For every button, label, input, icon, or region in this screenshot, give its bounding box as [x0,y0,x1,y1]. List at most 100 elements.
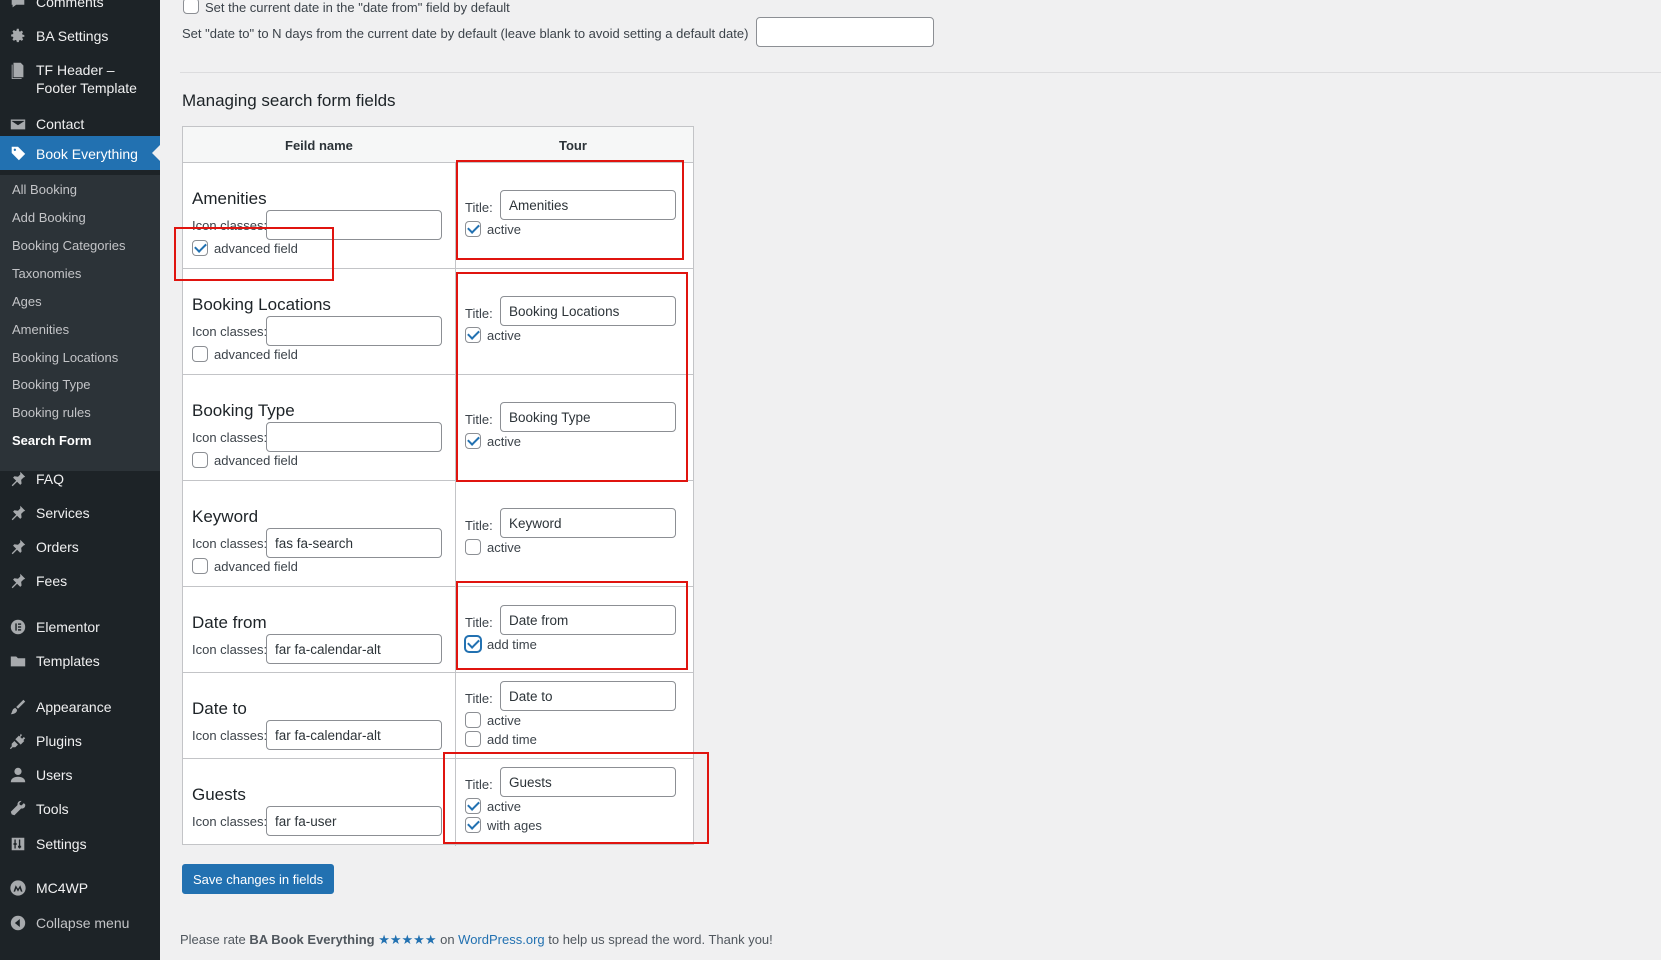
menu-item-contact[interactable]: Contact [0,114,160,134]
column-divider [455,673,456,759]
tour-active-checkbox[interactable] [465,539,481,555]
date-from-default-checkbox[interactable] [183,0,199,14]
field-name: Date from [192,613,267,632]
tour-add-time-checkbox[interactable] [465,636,481,652]
tour-title-input[interactable] [500,605,676,635]
page-icon [8,60,28,80]
menu-item-plugins[interactable]: Plugins [0,731,160,751]
tour-active-checkbox[interactable] [465,221,481,237]
pin-icon [8,469,28,489]
advanced-field-checkbox[interactable] [192,558,208,574]
submenu: All Booking Add Booking Booking Categories… [0,175,160,471]
tour-active-label: active [487,712,521,728]
menu-item-label: MC4WP [36,880,89,896]
field-name: Booking Type [192,401,295,420]
menu-item-label: Book Everything [36,145,138,162]
menu-item-label: Templates [36,653,100,669]
tour-title-input[interactable] [500,508,676,538]
rating-stars[interactable]: ★★★★★ [378,932,436,947]
submenu-item-booking-type[interactable]: Booking Type [12,377,91,392]
column-divider [455,163,456,269]
menu-item-tf-header-footer-template[interactable]: TF Header – Footer Template [0,60,160,97]
collapse-icon [8,913,28,933]
menu-item-orders[interactable]: Orders [0,537,160,557]
menu-item-label: Fees [36,573,68,589]
tour-active-checkbox[interactable] [465,798,481,814]
menu-item-fees[interactable]: Fees [0,571,160,591]
icon-classes-label: Icon classes: [192,536,268,551]
icon-classes-label: Icon classes: [192,814,268,829]
submenu-item-ages[interactable]: Ages [12,294,42,309]
icon-classes-label: Icon classes: [192,430,268,445]
menu-item-label: Collapse menu [36,915,130,931]
icon-classes-input[interactable] [266,720,442,750]
submenu-item-booking-categories[interactable]: Booking Categories [12,238,125,253]
tour-active-option: active [465,433,521,449]
title-label: Title: [465,777,493,792]
advanced-field-checkbox[interactable] [192,240,208,256]
table-row-date-from: Date from Icon classes: Title: add time [183,587,693,673]
title-label: Title: [465,615,493,630]
tour-with-ages-option: with ages [465,817,542,833]
menu-item-collapse-menu[interactable]: Collapse menu [0,913,160,933]
tour-title-input[interactable] [500,402,676,432]
date-from-default-label: Set the current date in the "date from" … [205,0,510,15]
section-title: Managing search form fields [182,91,396,110]
menu-item-label: FAQ [36,471,65,487]
tour-active-checkbox[interactable] [465,712,481,728]
tour-add-time-checkbox[interactable] [465,731,481,747]
menu-item-faq[interactable]: FAQ [0,469,160,489]
submenu-item-amenities[interactable]: Amenities [12,322,69,337]
table-row-date-to: Date to Icon classes: Title: active add time [183,673,693,759]
tour-title-input[interactable] [500,767,676,797]
menu-item-ba-settings[interactable]: BA Settings [0,26,160,46]
date-to-days-input[interactable] [756,17,934,47]
submenu-item-add-booking[interactable]: Add Booking [12,210,86,225]
pin-icon [8,571,28,591]
menu-item-label: Orders [36,539,79,555]
menu-item-label: Services [36,505,90,521]
menu-item-book-everything[interactable]: Book Everything [0,136,160,170]
tour-title-input[interactable] [500,681,676,711]
menu-item-settings[interactable]: Settings [0,834,160,854]
advanced-field-checkbox[interactable] [192,452,208,468]
advanced-field-checkbox[interactable] [192,346,208,362]
submenu-item-taxonomies[interactable]: Taxonomies [12,266,81,281]
pin-icon [8,537,28,557]
submenu-item-search-form[interactable]: Search Form [12,433,91,448]
icon-classes-input[interactable] [266,806,442,836]
tour-title-input[interactable] [500,190,676,220]
icon-classes-input[interactable] [266,422,442,452]
menu-item-services[interactable]: Services [0,503,160,523]
menu-item-elementor[interactable]: Elementor [0,617,160,637]
menu-item-label: Contact [36,116,85,132]
advanced-field-label: advanced field [214,240,298,256]
advanced-field-label: advanced field [214,346,298,362]
gear-icon [8,26,28,46]
tour-active-option: active [465,539,521,555]
menu-item-tools[interactable]: Tools [0,799,160,819]
menu-item-users[interactable]: Users [0,765,160,785]
icon-classes-label: Icon classes: [192,642,268,657]
menu-item-comments[interactable]: Comments [0,0,160,12]
menu-item-mc4wp[interactable]: MC4WP [0,878,160,898]
menu-item-label: Settings [36,836,87,852]
menu-item-label: Appearance [36,699,112,715]
submenu-item-booking-locations[interactable]: Booking Locations [12,350,118,365]
tour-active-checkbox[interactable] [465,433,481,449]
icon-classes-input[interactable] [266,528,442,558]
wordpress-org-link[interactable]: WordPress.org [458,932,544,947]
submenu-item-all-booking[interactable]: All Booking [12,182,77,197]
save-changes-button[interactable]: Save changes in fields [182,864,335,894]
envelope-icon [8,114,28,134]
submenu-item-booking-rules[interactable]: Booking rules [12,405,91,420]
icon-classes-input[interactable] [266,634,442,664]
table-row-booking-type: Booking Type Icon classes: advanced field T… [183,375,693,481]
menu-item-appearance[interactable]: Appearance [0,697,160,717]
icon-classes-input[interactable] [266,210,442,240]
icon-classes-input[interactable] [266,316,442,346]
tour-with-ages-checkbox[interactable] [465,817,481,833]
tour-active-checkbox[interactable] [465,327,481,343]
tour-title-input[interactable] [500,296,676,326]
menu-item-templates[interactable]: Templates [0,651,160,671]
